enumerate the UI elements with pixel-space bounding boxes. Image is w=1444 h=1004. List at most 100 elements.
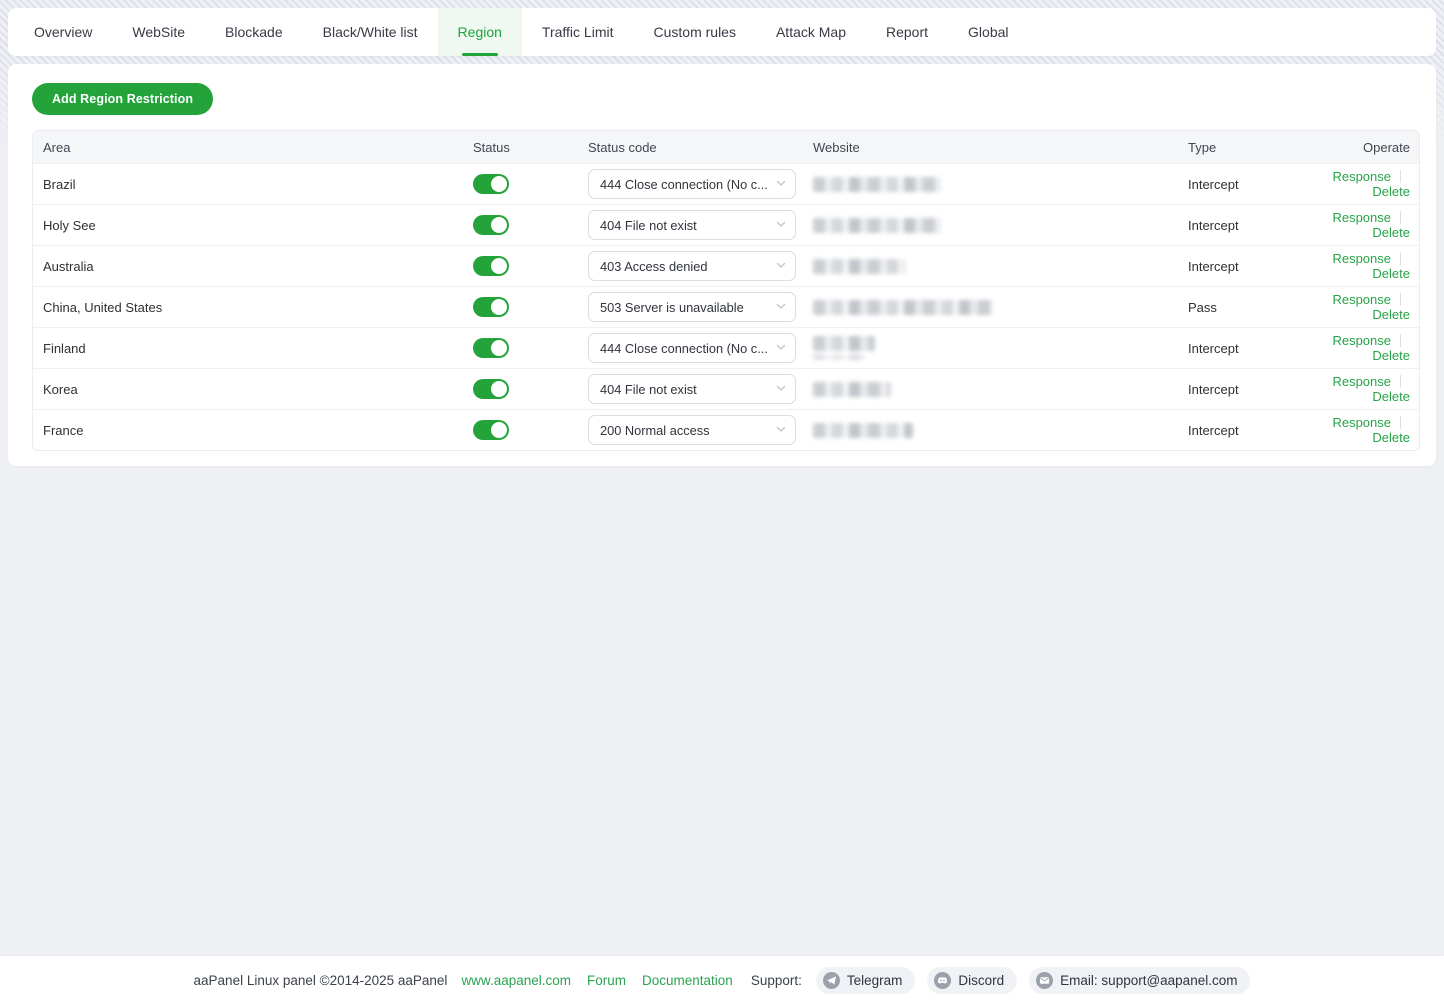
chevron-down-icon (771, 423, 787, 438)
footer-link-forum[interactable]: Forum (587, 973, 626, 988)
response-link[interactable]: Response (1332, 169, 1391, 184)
area-cell: France (33, 423, 463, 438)
support-pill-label: Telegram (847, 973, 903, 988)
area-cell: Brazil (33, 177, 463, 192)
response-link[interactable]: Response (1332, 415, 1391, 430)
tab-region[interactable]: Region (438, 8, 522, 56)
tab-label: Report (886, 24, 928, 40)
header-status-code: Status code (578, 140, 803, 155)
support-pill-discord[interactable]: Discord (927, 967, 1017, 994)
toggle-knob (491, 422, 507, 438)
toggle-knob (491, 299, 507, 315)
delete-link[interactable]: Delete (1372, 266, 1410, 281)
support-pill-telegram[interactable]: Telegram (816, 967, 916, 994)
tab-traffic-limit[interactable]: Traffic Limit (522, 8, 634, 56)
status-code-select[interactable]: 404 File not exist (588, 210, 796, 240)
status-toggle[interactable] (473, 256, 509, 276)
website-redacted-blur (813, 300, 993, 315)
status-code-select[interactable]: 444 Close connection (No c... (588, 169, 796, 199)
footer-link-documentation[interactable]: Documentation (642, 973, 733, 988)
response-link[interactable]: Response (1332, 210, 1391, 225)
tab-custom-rules[interactable]: Custom rules (634, 8, 756, 56)
status-code-value: 444 Close connection (No c... (600, 177, 768, 192)
response-link[interactable]: Response (1332, 251, 1391, 266)
area-cell: Australia (33, 259, 463, 274)
empty-background-area (0, 466, 1444, 956)
tab-report[interactable]: Report (866, 8, 948, 56)
tab-black-white-list[interactable]: Black/White list (303, 8, 438, 56)
type-cell: Pass (1178, 300, 1303, 315)
tab-overview[interactable]: Overview (14, 8, 112, 56)
status-code-select[interactable]: 403 Access denied (588, 251, 796, 281)
type-cell: Intercept (1178, 423, 1303, 438)
delete-link[interactable]: Delete (1372, 307, 1410, 322)
status-code-select[interactable]: 503 Server is unavailable (588, 292, 796, 322)
table-row: Finland 444 Close connection (No c... In… (33, 327, 1419, 368)
table-row: Korea 404 File not exist Intercept Respo… (33, 368, 1419, 409)
email-icon (1036, 972, 1053, 989)
header-area: Area (33, 140, 463, 155)
toggle-knob (491, 340, 507, 356)
table-body: Brazil 444 Close connection (No c... Int… (33, 163, 1419, 450)
status-toggle[interactable] (473, 174, 509, 194)
status-toggle[interactable] (473, 420, 509, 440)
response-link[interactable]: Response (1332, 292, 1391, 307)
telegram-icon (823, 972, 840, 989)
type-cell: Intercept (1178, 382, 1303, 397)
response-link[interactable]: Response (1332, 333, 1391, 348)
tab-attack-map[interactable]: Attack Map (756, 8, 866, 56)
operate-divider (1400, 375, 1401, 388)
tab-label: Global (968, 24, 1008, 40)
delete-link[interactable]: Delete (1372, 184, 1410, 199)
delete-link[interactable]: Delete (1372, 348, 1410, 363)
tab-label: Traffic Limit (542, 24, 614, 40)
type-cell: Intercept (1178, 259, 1303, 274)
area-cell: Korea (33, 382, 463, 397)
add-region-restriction-button[interactable]: Add Region Restriction (32, 83, 213, 115)
website-redacted-blur (813, 382, 891, 397)
toggle-knob (491, 217, 507, 233)
status-toggle[interactable] (473, 379, 509, 399)
toggle-knob (491, 176, 507, 192)
chevron-down-icon (771, 341, 787, 356)
support-pill-label: Discord (958, 973, 1004, 988)
tab-website[interactable]: WebSite (112, 8, 205, 56)
footer-link-www-aapanel-com[interactable]: www.aapanel.com (461, 973, 571, 988)
chevron-down-icon (771, 177, 787, 192)
operate-divider (1400, 293, 1401, 306)
support-pill-email[interactable]: Email: support@aapanel.com (1029, 967, 1250, 994)
response-link[interactable]: Response (1332, 374, 1391, 389)
tab-global[interactable]: Global (948, 8, 1028, 56)
tab-blockade[interactable]: Blockade (205, 8, 303, 56)
region-restriction-panel: Add Region Restriction Area Status Statu… (8, 64, 1436, 466)
support-label: Support: (751, 973, 802, 988)
status-code-select[interactable]: 444 Close connection (No c... (588, 333, 796, 363)
delete-link[interactable]: Delete (1372, 430, 1410, 445)
footer-links: www.aapanel.com Forum Documentation (461, 973, 732, 988)
chevron-down-icon (771, 218, 787, 233)
status-code-select[interactable]: 404 File not exist (588, 374, 796, 404)
chevron-down-icon (771, 259, 787, 274)
tab-label: Custom rules (654, 24, 736, 40)
area-cell: Holy See (33, 218, 463, 233)
delete-link[interactable]: Delete (1372, 389, 1410, 404)
support-pill-label: Email: support@aapanel.com (1060, 973, 1237, 988)
area-cell: Finland (33, 341, 463, 356)
tab-label: Black/White list (323, 24, 418, 40)
operate-divider (1400, 170, 1401, 183)
chevron-down-icon (771, 300, 787, 315)
operate-divider (1400, 211, 1401, 224)
website-cell (803, 382, 1178, 397)
status-toggle[interactable] (473, 297, 509, 317)
status-code-select[interactable]: 200 Normal access (588, 415, 796, 445)
tab-label: Region (458, 24, 502, 40)
operate-divider (1400, 334, 1401, 347)
toggle-knob (491, 258, 507, 274)
delete-link[interactable]: Delete (1372, 225, 1410, 240)
toggle-knob (491, 381, 507, 397)
type-cell: Intercept (1178, 341, 1303, 356)
table-row: Australia 403 Access denied Intercept Re… (33, 245, 1419, 286)
tab-label: Attack Map (776, 24, 846, 40)
status-toggle[interactable] (473, 215, 509, 235)
status-toggle[interactable] (473, 338, 509, 358)
